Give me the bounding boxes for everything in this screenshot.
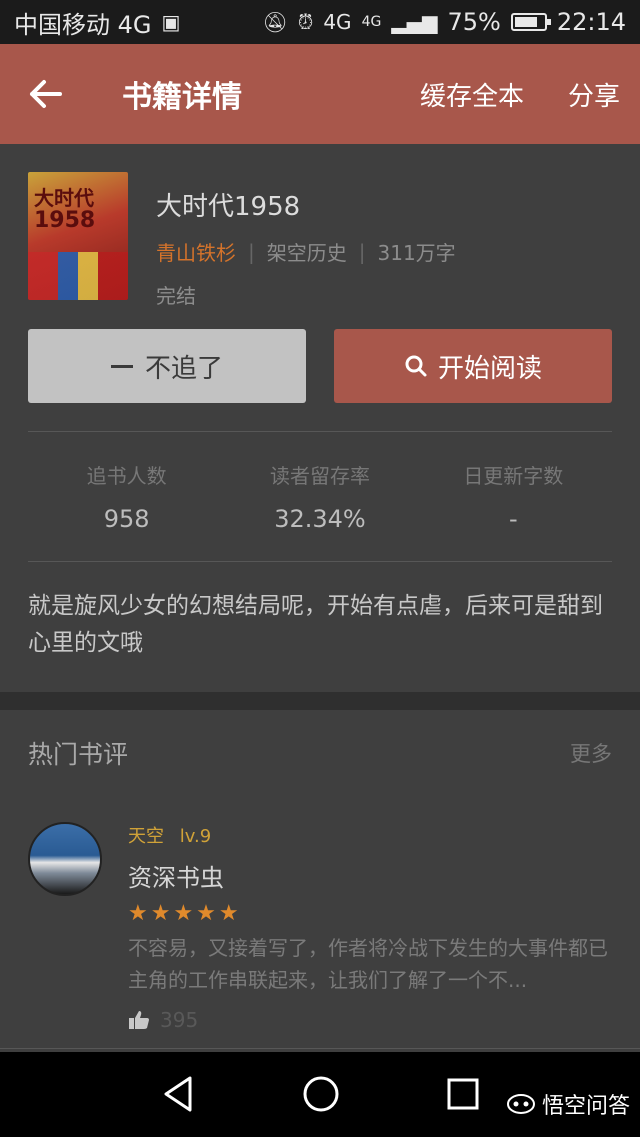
stat-value: 958	[103, 505, 150, 533]
start-reading-label: 开始阅读	[437, 353, 542, 384]
unfollow-button[interactable]: 不追了	[28, 329, 306, 403]
battery-icon	[510, 13, 551, 31]
clock: 22:14	[556, 8, 626, 36]
author-link[interactable]: 青山铁杉	[156, 237, 236, 266]
book-meta: 青山铁杉 | 架空历史 | 311万字	[156, 237, 456, 266]
meta-divider: |	[248, 239, 255, 264]
mute-icon: 🔕︎	[262, 10, 288, 34]
like-count: 395	[160, 1008, 199, 1032]
review-text: 不容易，又接着写了，作者将冷战下发生的大事件都已主角的工作串联起来，让我们了解了…	[128, 936, 608, 992]
book-category: 架空历史	[266, 241, 347, 265]
meta-divider: |	[358, 239, 366, 264]
watermark-text: 悟空问答	[541, 1094, 630, 1119]
nav-back-button[interactable]	[160, 1074, 196, 1118]
status-bar: 中国移动 4G ▣ 🔕︎ ⏰︎ 4G 4G ▂▄▆ 75% 22:14	[0, 0, 640, 44]
reviews-header: 热门书评 更多	[28, 735, 612, 771]
stat-value: -	[508, 505, 518, 533]
stat-label: 追书人数	[86, 464, 167, 488]
back-arrow-icon	[30, 80, 62, 108]
start-reading-button[interactable]: 开始阅读	[334, 329, 612, 403]
divider	[28, 561, 612, 562]
like-button[interactable]: 395	[128, 1008, 612, 1032]
circle-home-icon	[303, 1076, 339, 1112]
watermark: 悟空问答	[506, 1088, 630, 1120]
more-reviews-link[interactable]: 更多	[570, 738, 612, 768]
avatar[interactable]	[28, 822, 102, 896]
divider	[0, 1048, 640, 1049]
reviews-title: 热门书评	[28, 740, 129, 769]
thumbs-up-icon	[129, 1011, 149, 1029]
stat-followers: 追书人数 958	[37, 460, 217, 533]
alarm-icon: ⏰︎	[297, 10, 314, 34]
book-info: 大时代1958 青山铁杉 | 架空历史 | 311万字 完结	[156, 172, 456, 308]
page-title: 书籍详情	[122, 80, 242, 115]
divider	[28, 431, 612, 432]
cover-title: 大时代	[34, 186, 94, 210]
share-button[interactable]: 分享	[568, 76, 620, 113]
star-rating: ★★★★★	[128, 901, 242, 926]
book-stats: 追书人数 958 读者留存率 32.34% 日更新字数 -	[0, 460, 640, 533]
carrier-label: 中国移动 4G	[14, 10, 152, 39]
wukong-logo-icon	[506, 1094, 535, 1114]
word-count: 311万字	[377, 241, 456, 265]
stat-label: 读者留存率	[269, 464, 370, 488]
app-bar: 书籍详情 缓存全本 分享	[0, 44, 640, 144]
cover-year: 1958	[34, 208, 96, 233]
battery-percent: 75%	[447, 8, 501, 36]
section-separator	[0, 692, 640, 710]
nav-recents-button[interactable]	[446, 1074, 480, 1118]
cache-all-button[interactable]: 缓存全本	[420, 76, 524, 113]
network-label-left: 4G	[323, 10, 352, 34]
book-description: 就是旋风少女的幻想结局呢，开始有点虐，后来可是甜到心里的文哦	[28, 593, 603, 656]
book-cover[interactable]: 大时代 1958	[28, 172, 128, 300]
user-level: lv.9	[179, 826, 212, 847]
book-title: 大时代1958	[156, 192, 301, 222]
review-title: 资深书虫	[128, 864, 224, 892]
cover-art	[28, 252, 128, 300]
minus-icon	[110, 364, 133, 368]
unfollow-label: 不追了	[144, 353, 223, 384]
stat-daily-words: 日更新字数 -	[423, 460, 603, 533]
stat-value: 32.34%	[274, 505, 366, 533]
square-recents-icon	[447, 1078, 479, 1110]
stat-label: 日更新字数	[463, 464, 564, 488]
network-label-right: 4G	[361, 14, 382, 30]
triangle-back-icon	[164, 1076, 192, 1112]
book-header: 大时代 1958 大时代1958 青山铁杉 | 架空历史 | 311万字 完结	[28, 172, 612, 308]
review-body: 天空 lv.9 资深书虫 ★★★★★ 不容易，又接着写了，作者将冷战下发生的大事…	[128, 822, 612, 1032]
image-icon: ▣	[161, 10, 181, 34]
stat-retention: 读者留存率 32.34%	[230, 460, 410, 533]
review-user: 天空 lv.9	[128, 822, 612, 848]
book-status: 完结	[156, 284, 196, 308]
nav-home-button[interactable]	[302, 1074, 340, 1118]
review-username[interactable]: 天空	[128, 826, 164, 847]
back-button[interactable]	[0, 44, 90, 144]
search-icon	[405, 355, 427, 377]
signal-icon: ▂▄▆	[391, 10, 438, 34]
